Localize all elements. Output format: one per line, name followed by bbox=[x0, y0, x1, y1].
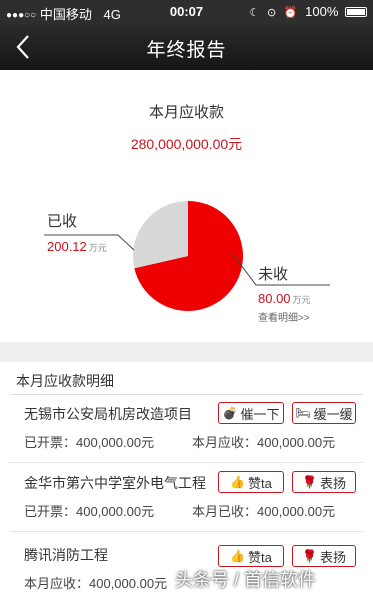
summary-title: 本月应收款 bbox=[148, 104, 224, 121]
status-right: ☾ ⊙ ⏰ 100% bbox=[249, 4, 367, 19]
battery-percent: 100% bbox=[305, 4, 339, 19]
postpone-button[interactable]: 🛏 缓一缓 bbox=[292, 402, 356, 424]
invoiced-amount: 已开票：400,000.00元 bbox=[24, 435, 155, 450]
praise-button[interactable]: 🌹 表扬 bbox=[292, 471, 356, 493]
like-button[interactable]: 👍 赞ta bbox=[218, 471, 284, 493]
thumbs-up-icon: 👍 bbox=[230, 549, 246, 563]
unreceived-value: 80.00 万元 bbox=[258, 291, 311, 306]
item-divider bbox=[10, 462, 363, 463]
page-title: 年终报告 bbox=[146, 40, 227, 61]
like-button[interactable]: 👍 赞ta bbox=[218, 545, 284, 567]
unreceived-label: 未收 bbox=[258, 266, 289, 283]
received-amount: 本月已收：400,000.00元 bbox=[192, 504, 336, 519]
bed-icon: 🛏 bbox=[295, 406, 311, 420]
section-gap bbox=[0, 342, 373, 362]
item-divider bbox=[10, 531, 363, 532]
praise-button[interactable]: 🌹 表扬 bbox=[292, 545, 356, 567]
rose-icon: 🌹 bbox=[302, 475, 317, 489]
summary-amount: 280,000,000.00元 bbox=[130, 136, 243, 152]
urge-button[interactable]: 💣 催一下 bbox=[218, 402, 284, 424]
section-title: 本月应收款明细 bbox=[16, 373, 114, 389]
alarm-icon: ⏰ bbox=[283, 7, 298, 19]
invoiced-amount: 已开票：400,000.00元 bbox=[24, 504, 155, 519]
project-name: 金华市第六中学室外电气工程 bbox=[24, 475, 206, 491]
bomb-icon: 💣 bbox=[222, 406, 238, 420]
receivable-amount: 本月应收：400,000.00元 bbox=[24, 576, 168, 591]
nav-bar: 年终报告 bbox=[0, 24, 373, 70]
received-label: 已收 bbox=[47, 213, 78, 230]
watermark-text: 头条号 / 首信软件 bbox=[175, 570, 317, 590]
rose-icon: 🌹 bbox=[302, 549, 317, 563]
received-value: 200.12 万元 bbox=[47, 239, 107, 254]
status-bar: ●●●○○ 中国移动 4G 00:07 ☾ ⊙ ⏰ 100% bbox=[0, 0, 373, 24]
view-detail-link[interactable]: 查看明细>> bbox=[258, 309, 310, 324]
project-name: 无锡市公安局机房改造项目 bbox=[24, 406, 192, 422]
moon-icon: ☾ bbox=[249, 7, 260, 19]
project-name: 腾讯消防工程 bbox=[24, 547, 108, 563]
receivable-amount: 本月应收：400,000.00元 bbox=[192, 435, 336, 450]
thumbs-up-icon: 👍 bbox=[230, 475, 246, 489]
section-divider bbox=[10, 394, 363, 395]
orientation-lock-icon: ⊙ bbox=[266, 7, 277, 19]
battery-icon bbox=[345, 7, 367, 17]
